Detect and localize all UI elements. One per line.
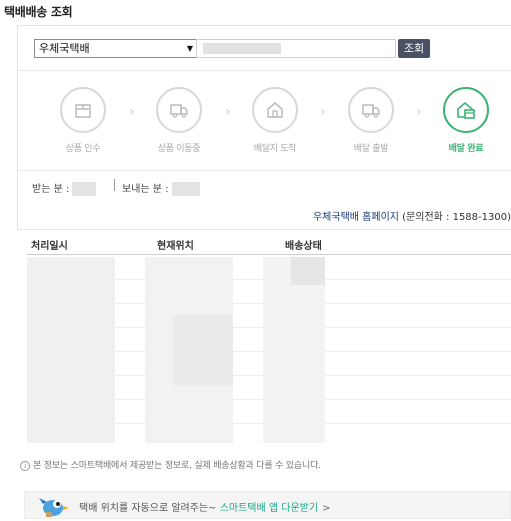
bird-mascot-icon — [39, 498, 69, 517]
truck-icon — [170, 104, 188, 118]
redacted-cell — [27, 257, 115, 443]
step-circle — [60, 87, 106, 133]
chevron-right-icon: > — [322, 503, 331, 514]
delivery-steps: 상품 인수 › 상품 이동중 › 배달지 도착 › 배달 출발 › 배달 완료 — [18, 70, 511, 170]
step-label: 배달 출발 — [353, 144, 389, 154]
search-row: 우체국택배 ▼ 조회 — [18, 26, 511, 70]
dropdown-arrow-icon: ▼ — [186, 44, 193, 53]
carrier-homepage-link[interactable]: 우체국택배 홈페이지 — [313, 212, 399, 223]
sender-label: 보내는 분 : — [122, 184, 169, 195]
parties-row: 받는 분 : 보내는 분 : — [18, 170, 511, 200]
step-circle — [348, 87, 394, 133]
carrier-select[interactable]: 우체국택배 ▼ — [34, 39, 200, 58]
step-label: 배달지 도착 — [253, 144, 297, 154]
truck-icon — [362, 104, 380, 118]
carrier-info: 우체국택배 홈페이지 (문의전화 : 1588-1300) — [313, 208, 511, 223]
page-title: 택배배송 조회 — [4, 5, 73, 19]
carrier-phone: (문의전화 : 1588-1300) — [402, 212, 511, 223]
app-download-link[interactable]: 스마트택배 앱 다운받기 — [220, 503, 318, 514]
table-header: 처리일시 현재위치 배송상태 — [27, 233, 511, 255]
step-circle — [156, 87, 202, 133]
column-header: 배송상태 — [285, 241, 322, 252]
step-label: 상품 이동중 — [157, 144, 201, 154]
chevron-right-icon: › — [320, 104, 326, 120]
chevron-right-icon: › — [225, 104, 231, 120]
redacted-cell — [173, 315, 233, 385]
column-header: 처리일시 — [31, 241, 68, 252]
info-notice: i본 정보는 스마트택배에서 제공받는 정보로, 실제 배송상황과 다를 수 있… — [20, 458, 321, 471]
column-header: 현재위치 — [157, 241, 194, 252]
redacted-sender — [171, 182, 200, 196]
step-circle — [443, 87, 489, 133]
step-arrived: 배달지 도착 — [240, 87, 310, 154]
step-out-for-delivery: 배달 출발 — [336, 87, 406, 154]
redacted-recipient — [72, 182, 97, 196]
search-button[interactable]: 조회 — [398, 39, 430, 58]
tracking-history-table: 처리일시 현재위치 배송상태 — [27, 233, 511, 443]
house-box-icon — [457, 101, 475, 119]
recipient-field: 받는 분 : — [32, 180, 97, 196]
step-label: 배달 완료 — [448, 144, 484, 154]
tracking-number-input[interactable] — [196, 39, 396, 58]
banner-text: 택배 위치를 자동으로 알려주는~ 스마트택배 앱 다운받기 > — [79, 499, 330, 514]
app-promo-banner[interactable]: 택배 위치를 자동으로 알려주는~ 스마트택배 앱 다운받기 > — [24, 491, 511, 519]
step-circle — [252, 87, 298, 133]
box-icon — [75, 104, 91, 118]
divider — [114, 179, 115, 191]
recipient-label: 받는 분 : — [32, 184, 70, 195]
step-delivered: 배달 완료 — [431, 87, 501, 154]
notice-text: 본 정보는 스마트택배에서 제공받는 정보로, 실제 배송상황과 다를 수 있습… — [33, 461, 321, 471]
redacted-cell — [291, 257, 325, 285]
redacted-tracking-number — [203, 43, 281, 54]
step-in-transit: 상품 이동중 — [144, 87, 214, 154]
info-icon: i — [20, 460, 30, 471]
tracking-panel: 우체국택배 ▼ 조회 상품 인수 › 상품 이동중 › 배달지 도착 › 배달 … — [17, 25, 511, 230]
chevron-right-icon: › — [129, 104, 135, 120]
step-received: 상품 인수 — [48, 87, 118, 154]
step-label: 상품 인수 — [65, 144, 101, 154]
chevron-right-icon: › — [416, 104, 422, 120]
sender-field: 보내는 분 : — [122, 180, 200, 196]
banner-message: 택배 위치를 자동으로 알려주는~ — [79, 503, 217, 514]
carrier-select-value: 우체국택배 — [39, 42, 90, 55]
house-icon — [267, 102, 283, 118]
